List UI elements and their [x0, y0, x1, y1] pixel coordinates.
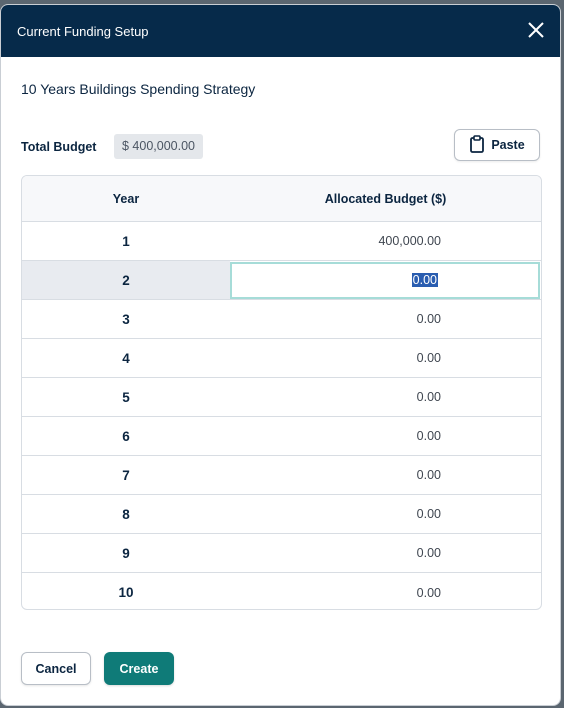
table-header: Year Allocated Budget ($)	[22, 176, 541, 222]
budget-value: 0.00	[416, 585, 441, 600]
table-row: 6 0.00	[22, 417, 541, 456]
table-row: 9 0.00	[22, 534, 541, 573]
budget-value: 0.00	[416, 507, 441, 521]
budget-cell[interactable]: 0.00	[230, 456, 541, 494]
table-row: 7 0.00	[22, 456, 541, 495]
table-row: 10 0.00	[22, 573, 541, 609]
year-cell: 7	[122, 467, 130, 483]
year-cell: 3	[122, 311, 130, 327]
paste-button-label: Paste	[491, 138, 525, 152]
table-body: 1 400,000.00 2 0.00 3 0.00 4 0.00 5 0.00 6 0.00 7 0.0…	[22, 222, 541, 609]
budget-value: 0.00	[411, 273, 438, 287]
dialog-header: Current Funding Setup	[1, 5, 560, 57]
year-cell: 2	[22, 261, 230, 299]
column-header-year: Year	[112, 191, 140, 206]
strategy-name: 10 Years Buildings Spending Strategy	[21, 81, 256, 97]
table-row: 3 0.00	[22, 300, 541, 339]
year-cell: 6	[122, 428, 130, 444]
budget-cell[interactable]: 0.00	[230, 417, 541, 455]
year-cell: 5	[122, 389, 130, 405]
budget-input-active[interactable]: 0.00	[230, 261, 540, 299]
budget-value: 0.00	[416, 312, 441, 326]
budget-value: 400,000.00	[378, 234, 441, 248]
budget-cell[interactable]: 0.00	[230, 495, 541, 533]
column-header-allocated-budget: Allocated Budget ($)	[324, 191, 447, 206]
budget-value: 0.00	[416, 390, 441, 404]
paste-button[interactable]: Paste	[454, 129, 540, 161]
budget-cell[interactable]: 0.00	[230, 573, 541, 609]
budget-value: 0.00	[416, 546, 441, 560]
budget-cell[interactable]: 0.00	[230, 339, 541, 377]
table-row: 2 0.00	[22, 261, 541, 300]
year-cell: 1	[122, 233, 130, 249]
dialog-title: Current Funding Setup	[17, 24, 149, 39]
year-cell: 4	[122, 350, 130, 366]
budget-value: 0.00	[416, 429, 441, 443]
funding-table: Year Allocated Budget ($) 1 400,000.00 2 0.…	[21, 175, 542, 610]
table-row: 5 0.00	[22, 378, 541, 417]
table-row: 8 0.00	[22, 495, 541, 534]
funding-setup-dialog: Current Funding Setup 10 Years Buildings…	[0, 4, 561, 706]
budget-cell[interactable]: 400,000.00	[230, 222, 541, 260]
total-budget-label: Total Budget	[21, 140, 97, 154]
budget-value: 0.00	[416, 351, 441, 365]
year-cell: 10	[118, 585, 134, 600]
create-button[interactable]: Create	[104, 652, 174, 685]
year-cell: 9	[122, 545, 130, 561]
total-budget-value: $ 400,000.00	[114, 134, 203, 159]
budget-cell[interactable]: 0.00	[230, 378, 541, 416]
table-row: 4 0.00	[22, 339, 541, 378]
budget-cell[interactable]: 0.00	[230, 534, 541, 572]
budget-value: 0.00	[416, 468, 441, 482]
close-icon[interactable]	[524, 18, 548, 42]
clipboard-icon	[469, 134, 485, 156]
budget-cell[interactable]: 0.00	[230, 300, 541, 338]
table-row: 1 400,000.00	[22, 222, 541, 261]
year-cell: 8	[122, 506, 130, 522]
cancel-button[interactable]: Cancel	[21, 652, 91, 685]
